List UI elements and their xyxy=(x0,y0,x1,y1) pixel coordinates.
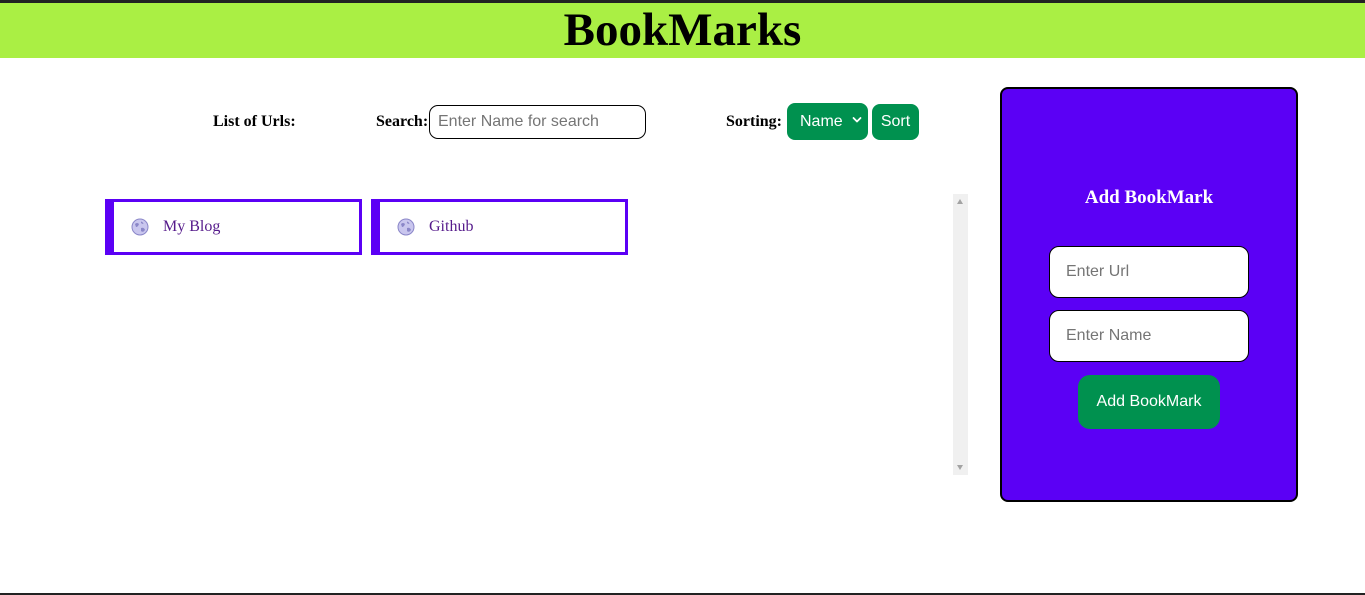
url-input[interactable] xyxy=(1049,246,1249,298)
add-bookmark-title: Add BookMark xyxy=(1084,187,1214,208)
bookmark-name: Github xyxy=(429,218,474,235)
bookmark-card[interactable]: My Blog xyxy=(105,199,362,255)
bookmark-name: My Blog xyxy=(163,218,221,235)
page-title: BookMarks xyxy=(563,4,802,56)
scroll-up-arrow-icon[interactable] xyxy=(957,199,963,204)
search-label: Search: xyxy=(376,113,429,130)
add-bookmark-button[interactable]: Add BookMark xyxy=(1078,375,1220,429)
bookmark-card[interactable]: Github xyxy=(371,199,628,255)
bookmark-list: My Blog Github xyxy=(105,199,950,469)
search-input[interactable] xyxy=(429,105,646,139)
chevron-down-icon xyxy=(852,117,862,123)
globe-icon xyxy=(131,218,149,236)
sort-select[interactable]: Name xyxy=(787,103,868,140)
scroll-down-arrow-icon[interactable] xyxy=(957,465,963,470)
name-input[interactable] xyxy=(1049,310,1249,362)
add-bookmark-panel: Add BookMark Add BookMark xyxy=(1000,87,1298,502)
page-header: BookMarks xyxy=(0,3,1365,58)
list-of-urls-label: List of Urls: xyxy=(213,113,296,130)
globe-icon xyxy=(397,218,415,236)
sort-select-value: Name xyxy=(800,112,843,130)
bookmark-list-scrollbar[interactable] xyxy=(953,194,968,475)
sorting-label: Sorting: xyxy=(726,113,782,130)
sort-button[interactable]: Sort xyxy=(872,104,919,140)
